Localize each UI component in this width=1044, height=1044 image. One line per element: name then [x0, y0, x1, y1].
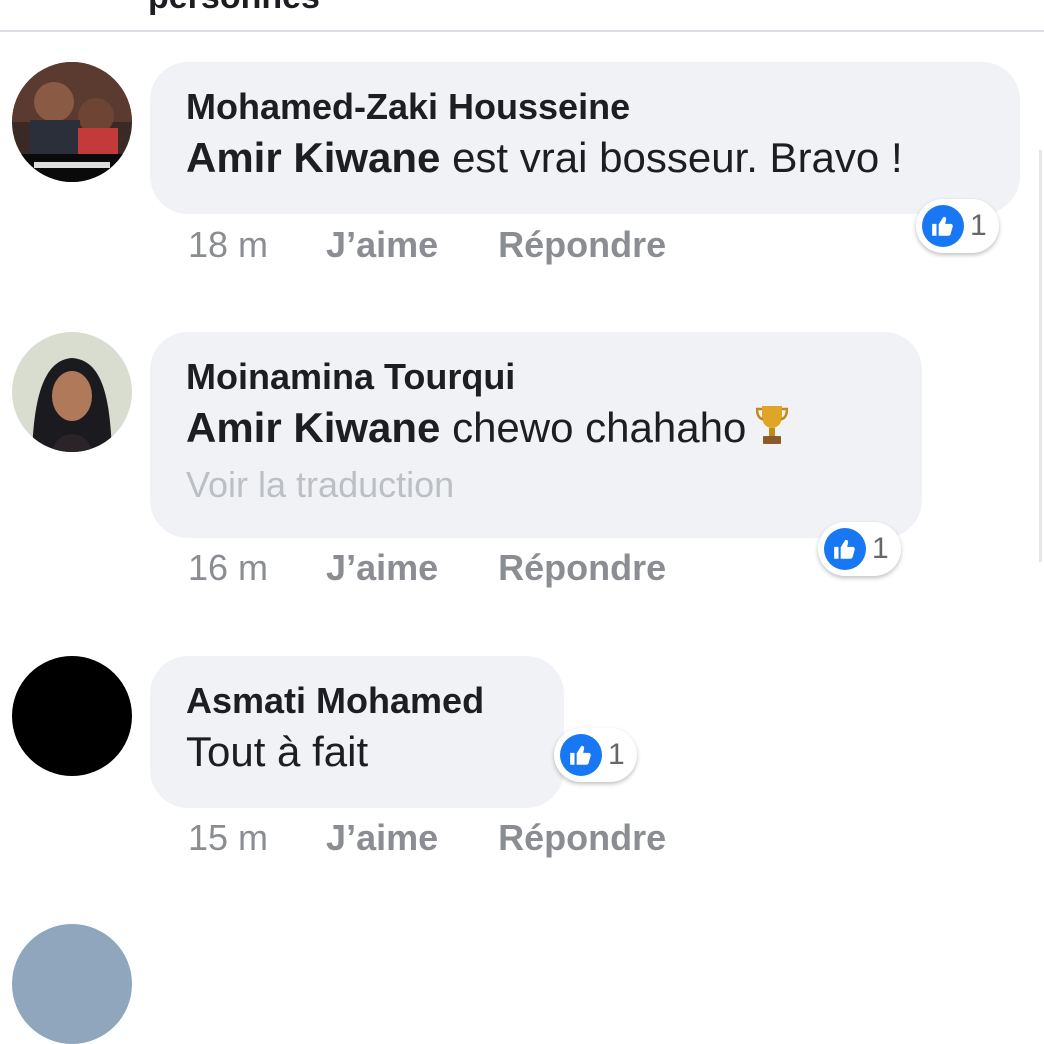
avatar-moinamina[interactable] [12, 332, 132, 452]
comment-text: Amir Kiwane est vrai bosseur. Bravo ! [186, 130, 984, 186]
comment-text: Amir Kiwane chewo chahaho [186, 400, 886, 460]
reaction-count: 1 [608, 738, 625, 771]
comment-bubble: Mohamed-Zaki Housseine Amir Kiwane est v… [150, 62, 1020, 214]
comment-actions: 16 m J’aime Répondre [188, 547, 666, 589]
comment-author-link[interactable]: Moinamina Tourqui [186, 354, 886, 400]
reactions-header-title: personnes [148, 0, 320, 17]
reaction-badge[interactable]: 1 [554, 728, 637, 782]
comment-bubble: Asmati Mohamed Tout à fait [150, 656, 564, 808]
like-link[interactable]: J’aime [326, 817, 438, 859]
reaction-badge[interactable]: 1 [916, 199, 999, 253]
comment-timestamp[interactable]: 16 m [188, 547, 268, 589]
reply-link[interactable]: Répondre [498, 817, 666, 859]
comment-body: chewo chahaho [440, 404, 747, 451]
avatar-mohamed-zaki[interactable] [12, 62, 132, 182]
reaction-badge[interactable]: 1 [818, 522, 901, 576]
reaction-count: 1 [970, 209, 987, 242]
comment-body: Tout à fait [186, 728, 369, 775]
like-link[interactable]: J’aime [326, 547, 438, 589]
header-divider [0, 30, 1044, 32]
comment-body: est vrai bosseur. Bravo ! [440, 134, 903, 181]
mention-link[interactable]: Amir Kiwane [186, 134, 440, 181]
comment-author-link[interactable]: Mohamed-Zaki Housseine [186, 84, 984, 130]
comment-author-link[interactable]: Asmati Mohamed [186, 678, 528, 724]
comment-actions: 18 m J’aime Répondre [188, 224, 666, 266]
comment-timestamp[interactable]: 18 m [188, 224, 268, 266]
trophy-emoji-icon [756, 404, 789, 460]
comment-timestamp[interactable]: 15 m [188, 817, 268, 859]
comment-actions: 15 m J’aime Répondre [188, 817, 666, 859]
like-thumb-icon [922, 205, 964, 247]
reply-link[interactable]: Répondre [498, 547, 666, 589]
reply-link[interactable]: Répondre [498, 224, 666, 266]
like-link[interactable]: J’aime [326, 224, 438, 266]
avatar-next-comment[interactable] [12, 924, 132, 1044]
avatar-asmati[interactable] [12, 656, 132, 776]
reaction-count: 1 [872, 532, 889, 565]
scrollbar-track[interactable] [1039, 150, 1042, 562]
like-thumb-icon [560, 734, 602, 776]
like-thumb-icon [824, 528, 866, 570]
see-translation-link[interactable]: Voir la traduction [186, 460, 886, 510]
comment-bubble: Moinamina Tourqui Amir Kiwane chewo chah… [150, 332, 922, 538]
mention-link[interactable]: Amir Kiwane [186, 404, 440, 451]
